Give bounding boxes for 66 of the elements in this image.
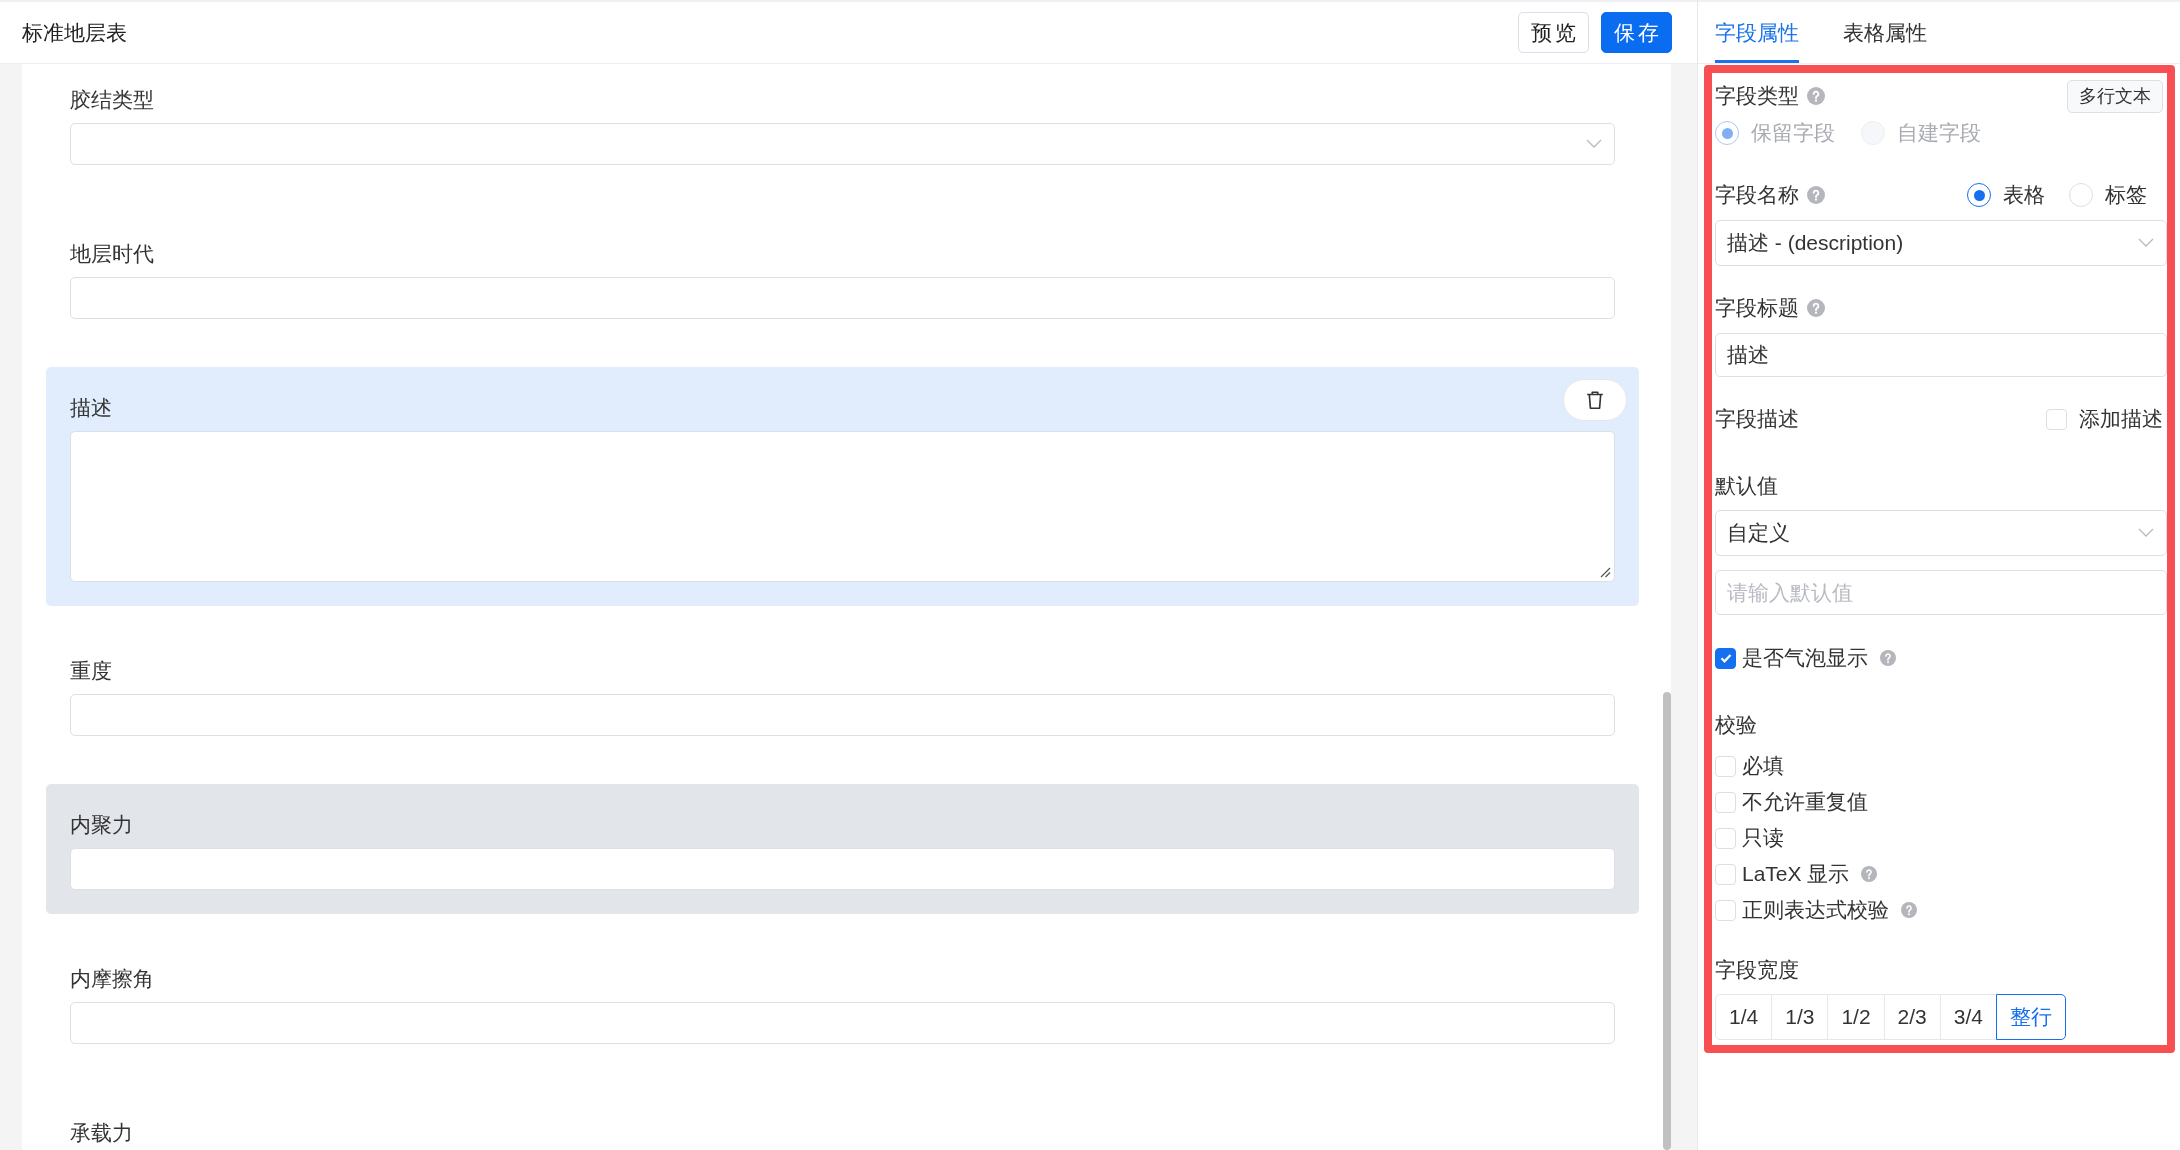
checkbox-label: 添加描述 xyxy=(2079,406,2163,432)
form-field-card[interactable]: 地层时代 xyxy=(46,213,1639,343)
checkbox-label: 必填 xyxy=(1742,753,1784,779)
field-title-input[interactable]: 描述 xyxy=(1715,333,2167,377)
checkbox-label: LaTeX 显示 xyxy=(1742,861,1850,887)
help-icon[interactable] xyxy=(1901,902,1917,918)
tab[interactable]: 字段属性 xyxy=(1715,2,1799,63)
field-label: 默认值 xyxy=(1715,473,1778,499)
input-field[interactable] xyxy=(70,277,1615,319)
checkbox-label: 是否气泡显示 xyxy=(1742,645,1868,671)
input-field[interactable] xyxy=(70,1002,1615,1044)
field-label: 校验 xyxy=(1715,712,1757,738)
checkbox-label: 正则表达式校验 xyxy=(1742,897,1889,923)
form-field-card[interactable]: 胶结类型 xyxy=(46,64,1639,189)
radio-label: 标签 xyxy=(2105,182,2147,208)
input-field[interactable] xyxy=(70,848,1615,890)
textarea-field[interactable] xyxy=(70,431,1615,582)
trash-icon xyxy=(1584,389,1606,411)
width-option-button[interactable]: 1/3 xyxy=(1771,994,1829,1040)
field-label: 字段描述 xyxy=(1715,406,1799,432)
field-label: 内摩擦角 xyxy=(70,967,154,990)
checkbox-label: 不允许重复值 xyxy=(1742,789,1868,815)
width-option-button[interactable]: 整行 xyxy=(1996,994,2066,1040)
radio-label: 保留字段 xyxy=(1751,120,1835,146)
select-field[interactable] xyxy=(70,123,1615,165)
input-field[interactable] xyxy=(70,694,1615,736)
width-option-button[interactable]: 2/3 xyxy=(1883,994,1941,1040)
field-label: 字段标题 xyxy=(1715,295,1799,321)
default-mode-select[interactable]: 自定义 xyxy=(1715,510,2167,556)
form-field-card[interactable]: 描述 xyxy=(46,367,1639,606)
field-label: 地层时代 xyxy=(70,242,154,265)
field-label: 字段类型 xyxy=(1715,83,1799,109)
field-label: 承载力 xyxy=(70,1121,133,1144)
field-label: 描述 xyxy=(70,396,112,419)
field-label: 重度 xyxy=(70,659,112,682)
checkbox-label: 只读 xyxy=(1742,825,1784,851)
form-field-card[interactable]: 内聚力 xyxy=(46,784,1639,914)
help-icon[interactable] xyxy=(1807,186,1825,204)
chevron-down-icon xyxy=(2138,528,2154,538)
radio-label: 表格 xyxy=(2003,182,2045,208)
radio-label: 自建字段 xyxy=(1897,120,1981,146)
checkbox[interactable] xyxy=(1715,647,1736,669)
field-name-select[interactable]: 描述 - (description) xyxy=(1715,220,2167,266)
field-label: 字段名称 xyxy=(1715,182,1799,208)
field-label: 字段宽度 xyxy=(1715,957,1799,983)
width-option-button[interactable]: 1/2 xyxy=(1827,994,1885,1040)
toolbar-button[interactable]: 预览 xyxy=(1518,12,1589,53)
form-field-card[interactable]: 内摩擦角 xyxy=(46,938,1639,1068)
form-field-card[interactable]: 承载力 xyxy=(46,1092,1639,1150)
form-title: 标准地层表 xyxy=(22,19,127,46)
field-label: 内聚力 xyxy=(70,813,133,836)
delete-button[interactable] xyxy=(1563,379,1627,421)
help-icon[interactable] xyxy=(1861,866,1878,882)
chevron-down-icon xyxy=(2138,238,2154,248)
help-icon[interactable] xyxy=(1807,299,1825,317)
toolbar-button[interactable]: 保存 xyxy=(1601,12,1672,53)
width-option-button[interactable]: 1/4 xyxy=(1715,994,1773,1040)
field-label: 胶结类型 xyxy=(70,88,154,111)
chevron-down-icon xyxy=(1586,139,1602,149)
help-icon[interactable] xyxy=(1880,650,1896,666)
scrollbar-thumb[interactable] xyxy=(1663,692,1671,1150)
radio-button[interactable] xyxy=(1967,183,1991,207)
form-field-card[interactable]: 重度 xyxy=(46,630,1639,760)
resize-handle-icon[interactable] xyxy=(1599,566,1611,578)
tab[interactable]: 表格属性 xyxy=(1843,2,1927,63)
width-option-button[interactable]: 3/4 xyxy=(1939,994,1997,1040)
